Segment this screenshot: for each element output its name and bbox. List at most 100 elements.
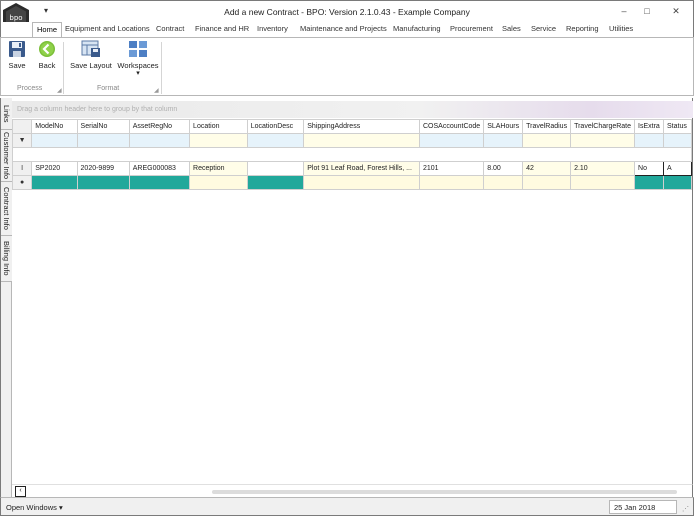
column-header-modelno[interactable]: ModelNo: [31, 119, 78, 134]
back-label: Back: [38, 61, 56, 70]
workspaces-button[interactable]: Workspaces ▾: [117, 40, 159, 77]
tab-reporting[interactable]: Reporting: [562, 22, 603, 37]
new-cell[interactable]: [189, 175, 248, 190]
group-separator: [161, 42, 162, 94]
side-tab-billing-info[interactable]: Billing Info: [1, 236, 12, 282]
horizontal-scrollbar[interactable]: ‹: [12, 484, 693, 497]
process-group-label: Process: [17, 85, 43, 92]
column-header-slahours[interactable]: SLAHours: [483, 119, 524, 134]
close-button[interactable]: ✕: [667, 4, 685, 18]
new-cell[interactable]: [303, 175, 420, 190]
new-cell[interactable]: [634, 175, 664, 190]
filter-cell[interactable]: [189, 133, 248, 148]
tab-service[interactable]: Service: [527, 22, 560, 37]
filter-cell[interactable]: [246, 133, 305, 148]
cell-slahours[interactable]: 8.00: [483, 161, 524, 176]
filter-cell[interactable]: [76, 133, 130, 148]
column-header-shippingaddress[interactable]: ShippingAddress: [303, 119, 420, 134]
cell-status[interactable]: A: [663, 161, 692, 176]
new-cell[interactable]: [76, 175, 130, 190]
column-header-status[interactable]: Status: [663, 119, 692, 134]
filter-cell[interactable]: [303, 133, 420, 148]
maximize-button[interactable]: □: [638, 4, 656, 18]
new-cell[interactable]: [246, 175, 305, 190]
new-cell[interactable]: [128, 175, 191, 190]
table-row[interactable]: I SP2020 2020-9899 AREG000083 Reception …: [11, 161, 692, 176]
title-bar: bpo ▾ Add a new Contract - BPO: Version …: [0, 0, 694, 31]
row-indicator: I: [11, 161, 33, 176]
group-separator: [63, 42, 64, 94]
back-arrow-icon: [39, 41, 55, 57]
scroll-left-icon[interactable]: ‹: [15, 486, 26, 497]
save-button[interactable]: Save: [5, 40, 29, 70]
filter-cell[interactable]: [418, 133, 485, 148]
resize-grip-icon[interactable]: ⋰: [682, 505, 689, 513]
cell-location[interactable]: Reception: [189, 161, 248, 176]
cell-travelchargerate[interactable]: 2.10: [570, 161, 636, 176]
new-cell[interactable]: [522, 175, 572, 190]
cell-modelno[interactable]: SP2020: [31, 161, 78, 176]
column-header-travelchargerate[interactable]: TravelChargeRate: [570, 119, 636, 134]
column-header-assetregno[interactable]: AssetRegNo: [128, 119, 191, 134]
column-header-location[interactable]: Location: [189, 119, 248, 134]
column-header-cosaccountcode[interactable]: COSAccountCode: [418, 119, 485, 134]
cell-serialno[interactable]: 2020-9899: [76, 161, 130, 176]
back-button[interactable]: Back: [35, 40, 59, 70]
cell-shippingaddress[interactable]: Plot 91 Leaf Road, Forest Hills, ...: [303, 161, 420, 176]
new-row[interactable]: ●: [11, 175, 692, 190]
status-bar: Open Windows ▾ 25 Jan 2018 ⋰: [0, 497, 694, 516]
workspaces-label: Workspaces: [117, 61, 159, 70]
spacer-row: [12, 147, 692, 162]
filter-cell[interactable]: [483, 133, 524, 148]
tab-equipment-and-locations[interactable]: Equipment and Locations: [61, 22, 154, 37]
cell-assetregno[interactable]: AREG000083: [128, 161, 191, 176]
side-tab-links[interactable]: Links: [1, 98, 12, 130]
grid-table: ModelNo SerialNo AssetRegNo Location Loc…: [11, 119, 692, 190]
tab-contract[interactable]: Contract: [152, 22, 188, 37]
tab-maintenance-and-projects[interactable]: Maintenance and Projects: [296, 22, 391, 37]
tab-utilities[interactable]: Utilities: [605, 22, 637, 37]
cell-travelradius[interactable]: 42: [522, 161, 572, 176]
side-tab-customer-info[interactable]: Customer Info: [1, 130, 12, 182]
format-group-launcher[interactable]: ◢: [154, 87, 159, 94]
filter-cell[interactable]: [663, 133, 692, 148]
column-header-locationdesc[interactable]: LocationDesc: [246, 119, 305, 134]
filter-row: ▼: [11, 133, 692, 148]
scrollbar-thumb[interactable]: [212, 490, 677, 494]
ribbon: Save Back Process ◢ Save Layout Workspac…: [0, 37, 694, 96]
group-by-panel[interactable]: Drag a column header here to group by th…: [12, 101, 693, 118]
tab-finance-and-hr[interactable]: Finance and HR: [191, 22, 253, 37]
tab-manufacturing[interactable]: Manufacturing: [389, 22, 445, 37]
tab-procurement[interactable]: Procurement: [446, 22, 497, 37]
window-title: Add a new Contract - BPO: Version 2.1.0.…: [224, 7, 470, 17]
new-cell[interactable]: [570, 175, 636, 190]
tab-sales[interactable]: Sales: [498, 22, 525, 37]
side-tab-contract-info[interactable]: Contract Info: [1, 182, 12, 236]
filter-cell[interactable]: [634, 133, 664, 148]
column-header-isextra[interactable]: IsExtra: [634, 119, 664, 134]
new-cell[interactable]: [483, 175, 524, 190]
tab-home[interactable]: Home: [32, 22, 63, 38]
cell-cosaccountcode[interactable]: 2101: [418, 161, 485, 176]
filter-cell[interactable]: [128, 133, 191, 148]
cell-isextra[interactable]: No: [634, 161, 664, 176]
new-cell[interactable]: [663, 175, 692, 190]
minimize-button[interactable]: –: [615, 4, 633, 18]
new-cell[interactable]: [31, 175, 78, 190]
filter-cell[interactable]: [522, 133, 572, 148]
filter-icon[interactable]: ▼: [11, 133, 33, 148]
filter-cell[interactable]: [570, 133, 636, 148]
tab-inventory[interactable]: Inventory: [253, 22, 292, 37]
spacer-cell: [12, 147, 692, 162]
column-header-travelradius[interactable]: TravelRadius: [522, 119, 572, 134]
column-header-serialno[interactable]: SerialNo: [76, 119, 130, 134]
cell-locationdesc[interactable]: [246, 161, 305, 176]
filter-cell[interactable]: [31, 133, 78, 148]
process-group-launcher[interactable]: ◢: [57, 87, 62, 94]
open-windows-menu[interactable]: Open Windows ▾: [6, 503, 63, 512]
save-layout-button[interactable]: Save Layout: [69, 40, 113, 70]
header-row: ModelNo SerialNo AssetRegNo Location Loc…: [11, 119, 692, 134]
save-layout-label: Save Layout: [70, 61, 112, 70]
new-row-indicator: ●: [11, 175, 33, 190]
new-cell[interactable]: [418, 175, 485, 190]
